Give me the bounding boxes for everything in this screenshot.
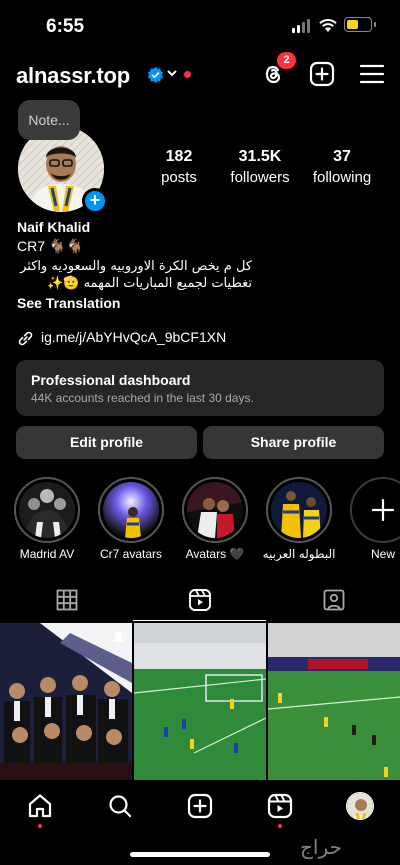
see-translation-link[interactable]: See Translation <box>17 295 120 311</box>
home-indicator <box>130 852 270 857</box>
reels-notification-dot <box>278 824 282 828</box>
content-tabs <box>0 583 400 621</box>
create-icon[interactable] <box>309 61 335 87</box>
highlight-madrid-av[interactable]: Madrid AV <box>14 477 80 561</box>
highlight-new[interactable]: New <box>350 477 400 561</box>
create-icon[interactable] <box>186 792 214 820</box>
highlight-label: Madrid AV <box>19 547 75 561</box>
stat-following[interactable]: 37 following <box>302 148 382 186</box>
add-story-icon[interactable]: + <box>82 188 108 214</box>
edit-profile-button[interactable]: Edit profile <box>16 426 197 459</box>
plus-icon <box>371 498 395 522</box>
wifi-icon <box>319 19 337 32</box>
watermark: حراج <box>300 835 342 859</box>
bio-line-2: كل م يخص الكرة الاوروبيه والسعوديه واكثر <box>20 259 252 274</box>
profile-name: Naif Khalid <box>17 219 91 235</box>
pin-icon <box>111 632 125 646</box>
following-label: following <box>312 169 372 186</box>
status-time: 6:55 <box>46 16 85 37</box>
highlight-label: Cr7 avatars <box>99 547 163 561</box>
home-notification-dot <box>38 824 42 828</box>
grid-item[interactable] <box>0 623 132 780</box>
profile-header: alnassr.top 2 <box>0 52 400 98</box>
signal-icon <box>292 19 312 33</box>
grid-item[interactable] <box>268 623 400 780</box>
battery-icon <box>344 17 376 32</box>
status-bar: 6:55 <box>0 0 400 52</box>
verified-icon <box>147 66 164 83</box>
username[interactable]: alnassr.top <box>16 63 130 89</box>
highlight-avatars[interactable]: Avatars 🖤 <box>182 477 248 561</box>
highlight-arab-championship[interactable]: البطوله العربيه <box>263 477 335 561</box>
followers-count: 31.5K <box>238 148 282 165</box>
following-count: 37 <box>333 148 351 165</box>
highlight-label: البطوله العربيه <box>262 547 336 561</box>
reels-icon <box>189 589 211 611</box>
posts-label: posts <box>161 169 197 186</box>
tab-reels[interactable] <box>133 583 266 621</box>
link-icon <box>18 331 33 346</box>
reels-grid <box>0 623 400 780</box>
profile-link-text: ig.me/j/AbYHvQcA_9bCF1XN <box>41 329 227 345</box>
highlight-label: Avatars 🖤 <box>185 547 245 561</box>
highlight-cr7-avatars[interactable]: Cr7 avatars <box>98 477 164 561</box>
stat-followers[interactable]: 31.5K followers <box>220 148 300 186</box>
threads-badge: 2 <box>277 52 296 69</box>
share-profile-button[interactable]: Share profile <box>203 426 384 459</box>
note-bubble[interactable]: Note... <box>18 100 80 140</box>
reels-icon[interactable] <box>266 792 294 820</box>
tagged-icon <box>323 589 345 611</box>
search-icon[interactable] <box>106 792 134 820</box>
stat-posts[interactable]: 182 posts <box>139 148 219 186</box>
bio-line-3: تغطيات لجميع المباريات المهمه 🫡✨ <box>47 276 252 291</box>
bio-line-1: CR7 🐐🐐 <box>17 238 84 254</box>
professional-dashboard[interactable]: Professional dashboard 44K accounts reac… <box>16 360 384 416</box>
home-icon[interactable] <box>26 792 54 820</box>
dashboard-title: Professional dashboard <box>31 372 191 388</box>
tab-tagged[interactable] <box>267 583 400 621</box>
account-notification-dot <box>184 71 191 78</box>
tab-posts[interactable] <box>0 583 133 621</box>
chevron-down-icon[interactable] <box>166 67 178 79</box>
dashboard-subtitle: 44K accounts reached in the last 30 days… <box>31 391 254 405</box>
grid-icon <box>56 589 78 611</box>
grid-item[interactable] <box>134 623 266 780</box>
posts-count: 182 <box>165 148 193 165</box>
profile-avatar[interactable] <box>346 792 374 820</box>
followers-label: followers <box>230 169 290 186</box>
menu-icon[interactable] <box>359 61 385 87</box>
highlight-label: New <box>370 547 395 561</box>
